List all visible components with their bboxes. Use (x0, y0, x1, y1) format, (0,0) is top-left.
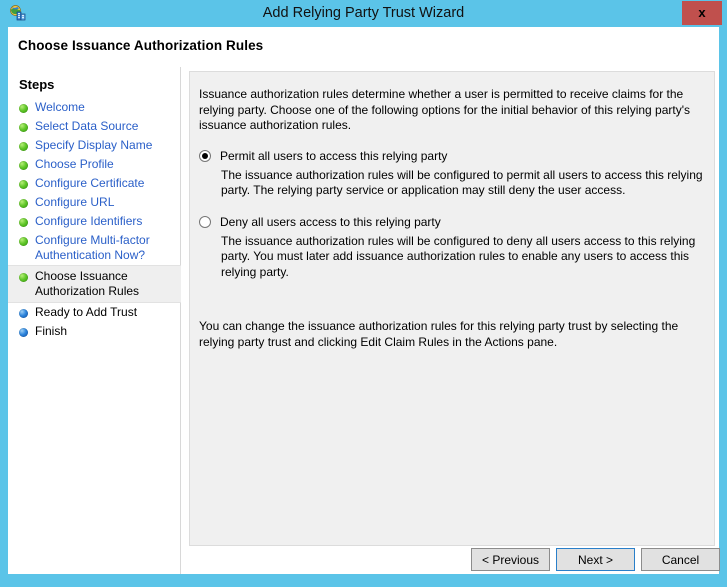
sidebar-step-4[interactable]: Configure Certificate (8, 174, 181, 193)
step-bullet-green-icon (19, 142, 28, 151)
button-bar: < Previous Next > Cancel (8, 548, 720, 574)
sidebar-step-label: Finish (35, 324, 68, 338)
sidebar-step-3[interactable]: Choose Profile (8, 155, 181, 174)
step-bullet-green-icon (19, 123, 28, 132)
step-bullet-blue-icon (19, 309, 28, 318)
page-title: Choose Issuance Authorization Rules (18, 38, 264, 53)
sidebar-step-0[interactable]: Welcome (8, 98, 181, 117)
steps-sidebar: Steps Welcome Select Data Source Specify D… (8, 67, 181, 574)
sidebar-step-8: Choose Issuance Authorization Rules (8, 265, 181, 303)
sidebar-step-label[interactable]: Configure Identifiers (35, 214, 142, 229)
intro-text: Issuance authorization rules determine w… (199, 87, 691, 132)
sidebar-step-label[interactable]: Select Data Source (35, 119, 138, 134)
option-permit-all-label[interactable]: Permit all users to access this relying … (220, 149, 447, 163)
sidebar-step-label: Choose Issuance Authorization Rules (35, 269, 140, 298)
sidebar-step-label[interactable]: Configure Multi-factor Authentication No… (35, 233, 150, 263)
option-deny-all[interactable]: Deny all users access to this relying pa… (199, 215, 705, 297)
option-permit-all-description: The issuance authorization rules will be… (221, 167, 703, 198)
sidebar-step-2[interactable]: Specify Display Name (8, 136, 181, 155)
sidebar-step-9: Ready to Add Trust (8, 303, 181, 322)
step-bullet-green-icon (19, 199, 28, 208)
step-bullet-green-icon (19, 237, 28, 246)
step-bullet-green-icon (19, 180, 28, 189)
wizard-body: Steps Welcome Select Data Source Specify D… (8, 67, 720, 574)
radio-permit-all[interactable] (199, 149, 211, 162)
step-bullet-green-icon (19, 104, 28, 113)
wizard-header: Choose Issuance Authorization Rules (8, 27, 719, 67)
step-bullet-green-icon (19, 273, 28, 282)
sidebar-step-label[interactable]: Configure URL (35, 195, 114, 210)
title-bar: Add Relying Party Trust Wizard x (0, 0, 727, 27)
window-title: Add Relying Party Trust Wizard (262, 5, 465, 21)
steps-list: Welcome Select Data Source Specify Display… (8, 98, 181, 341)
step-bullet-green-icon (19, 218, 28, 227)
sidebar-step-6[interactable]: Configure Identifiers (8, 212, 181, 231)
option-deny-all-label[interactable]: Deny all users access to this relying pa… (220, 215, 441, 229)
close-button[interactable]: x (682, 1, 722, 25)
sidebar-step-10: Finish (8, 322, 181, 341)
option-deny-all-row[interactable]: Deny all users access to this relying pa… (199, 215, 705, 229)
sidebar-step-label: Ready to Add Trust (35, 305, 138, 319)
sidebar-step-label[interactable]: Choose Profile (35, 157, 114, 172)
sidebar-step-label[interactable]: Specify Display Name (35, 138, 152, 153)
footnote-text: You can change the issuance authorizatio… (199, 319, 679, 349)
option-permit-all-row[interactable]: Permit all users to access this relying … (199, 149, 705, 163)
next-button[interactable]: Next > (556, 548, 635, 571)
steps-heading: Steps (19, 77, 55, 92)
sidebar-step-5[interactable]: Configure URL (8, 193, 181, 212)
step-bullet-blue-icon (19, 328, 28, 337)
content-inner: Issuance authorization rules determine w… (199, 87, 705, 350)
sidebar-step-label[interactable]: Welcome (35, 100, 85, 115)
sidebar-step-label[interactable]: Configure Certificate (35, 176, 144, 191)
wizard-window: Add Relying Party Trust Wizard x Choose … (0, 0, 727, 587)
cancel-button[interactable]: Cancel (641, 548, 720, 571)
option-deny-all-description: The issuance authorization rules will be… (221, 233, 696, 279)
previous-button[interactable]: < Previous (471, 548, 550, 571)
sidebar-step-7[interactable]: Configure Multi-factor Authentication No… (8, 231, 181, 265)
step-bullet-green-icon (19, 161, 28, 170)
content-pane: Issuance authorization rules determine w… (189, 71, 715, 546)
radio-deny-all[interactable] (199, 215, 211, 228)
sidebar-step-1[interactable]: Select Data Source (8, 117, 181, 136)
option-permit-all[interactable]: Permit all users to access this relying … (199, 149, 705, 215)
